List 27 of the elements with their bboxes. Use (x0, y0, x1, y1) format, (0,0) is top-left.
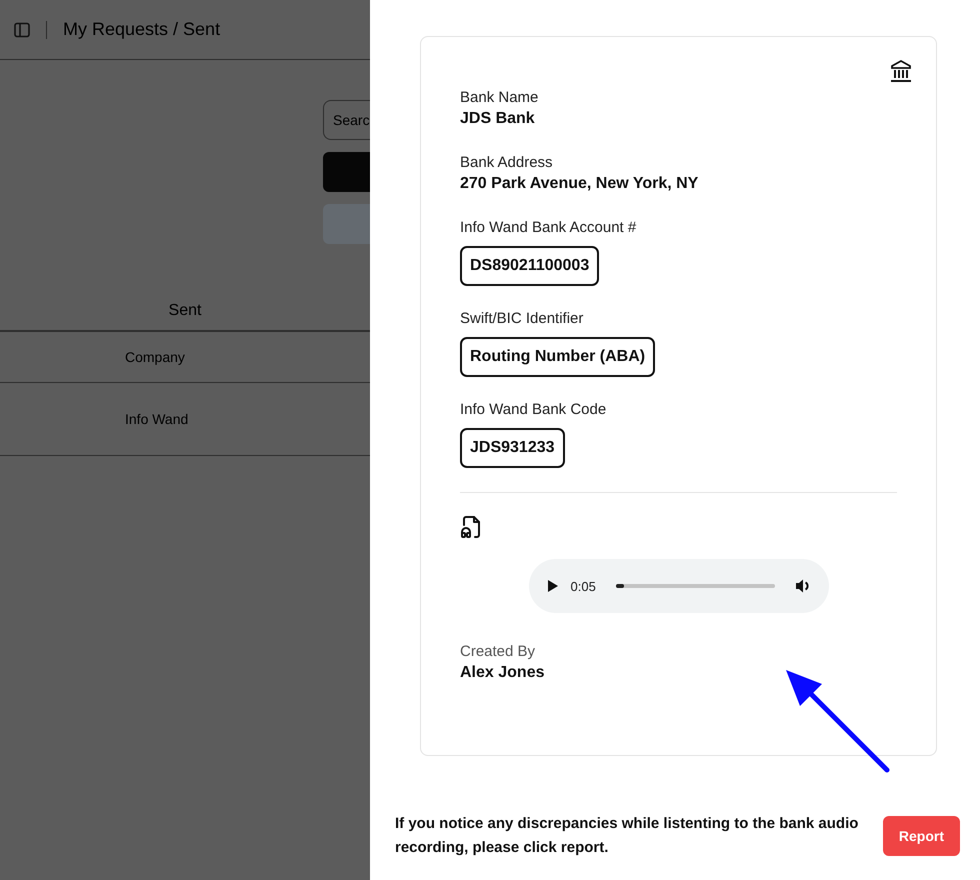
play-icon[interactable] (546, 579, 558, 593)
field-label: Info Wand Bank Code (460, 401, 606, 418)
column-header: Company (125, 349, 185, 365)
field-value: DS89021100003 (460, 246, 600, 286)
notice-text: If you notice any discrepancies while listenting to the bank audio recording, please click report. (395, 814, 860, 858)
field-label: Swift/BIC Identifier (460, 310, 584, 327)
field-label: Info Wand Bank Account # (460, 219, 636, 236)
field-label: Bank Address (460, 154, 553, 171)
table-cell: Info Wand (125, 411, 188, 427)
audio-time: 0:05 (570, 578, 596, 594)
bank-icon (890, 59, 912, 83)
page-title: My Requests / Sent (63, 19, 220, 40)
search-field[interactable]: Searc (323, 100, 370, 140)
field-label: Created By (460, 643, 536, 660)
audio-progress-track[interactable] (616, 584, 774, 588)
field-label: Bank Name (460, 89, 538, 106)
field-value: Alex Jones (460, 664, 544, 682)
audio-player[interactable]: 0:05 (528, 559, 828, 613)
field-value: Routing Number (ABA) (460, 337, 656, 377)
field-value: JDS Bank (460, 110, 535, 128)
field-value: 270 Park Avenue, New York, NY (460, 175, 698, 193)
audio-file-icon (460, 515, 482, 539)
tab[interactable]: Sent (0, 292, 370, 330)
volume-icon[interactable] (794, 578, 810, 594)
report-button[interactable]: Report (882, 816, 960, 856)
field-value: JDS931233 (460, 428, 565, 468)
sidebar-toggle-icon[interactable] (14, 22, 30, 38)
